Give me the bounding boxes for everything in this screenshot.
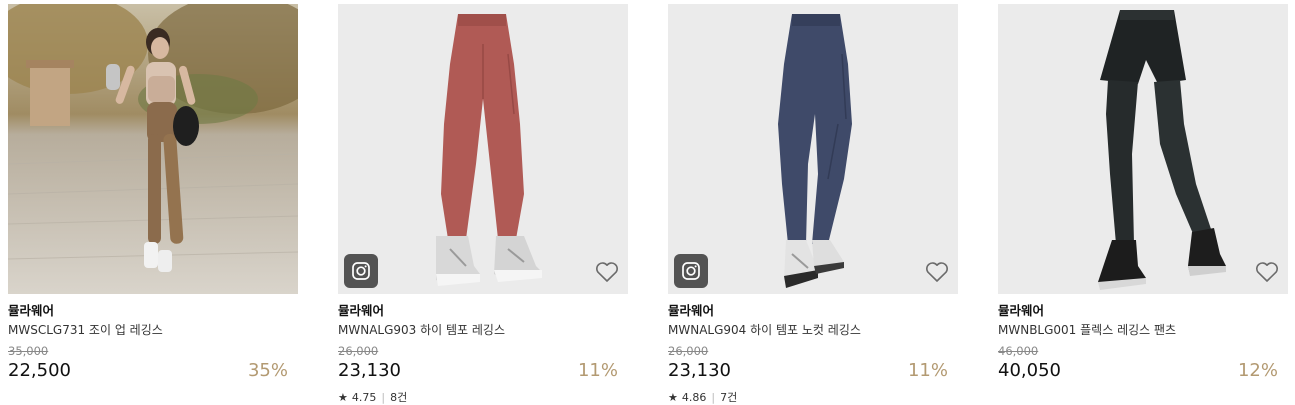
product-grid: 뮬라웨어 MWSCLG731 조이 업 레깅스 35,000 22,500 35…: [0, 0, 1295, 405]
review-count: 8건: [390, 391, 408, 404]
product-image[interactable]: [8, 4, 298, 294]
product-card[interactable]: 뮬라웨어 MWSCLG731 조이 업 레깅스 35,000 22,500 35…: [8, 4, 298, 383]
original-price: 35,000: [8, 344, 49, 358]
divider: |: [711, 391, 716, 404]
original-price: 26,000: [668, 344, 709, 358]
wishlist-heart-icon[interactable]: [1254, 259, 1280, 285]
instagram-icon[interactable]: [674, 254, 708, 288]
original-price: 26,000: [338, 344, 379, 358]
product-photo: [8, 4, 298, 294]
discount-rate: 12%: [1237, 360, 1278, 381]
product-image[interactable]: [998, 4, 1288, 294]
rating-summary: ★ 4.75 | 8건: [338, 391, 628, 405]
price-row: 23,130 11%: [338, 359, 628, 383]
sale-price: 23,130: [338, 360, 401, 381]
discount-rate: 35%: [247, 360, 288, 381]
rating-score: 4.86: [681, 391, 707, 404]
original-price: 46,000: [998, 344, 1039, 358]
review-count: 7건: [720, 391, 738, 404]
star-icon: ★: [338, 391, 348, 404]
price-row: 23,130 11%: [668, 359, 958, 383]
discount-rate: 11%: [907, 360, 948, 381]
product-card[interactable]: 뮬라웨어 MWNALG904 하이 템포 노컷 레깅스 26,000 23,13…: [668, 4, 958, 405]
product-image[interactable]: [668, 4, 958, 294]
sale-price: 22,500: [8, 360, 71, 381]
wishlist-heart-icon[interactable]: [594, 259, 620, 285]
product-name[interactable]: MWNALG904 하이 템포 노컷 레깅스: [668, 322, 958, 338]
star-icon: ★: [668, 391, 678, 404]
product-photo: [998, 4, 1288, 294]
price-row: 22,500 35%: [8, 359, 298, 383]
product-card[interactable]: 뮬라웨어 MWNBLG001 플렉스 레깅스 팬츠 46,000 40,050 …: [998, 4, 1288, 383]
product-card[interactable]: 뮬라웨어 MWNALG903 하이 템포 레깅스 26,000 23,130 1…: [338, 4, 628, 405]
brand-name[interactable]: 뮬라웨어: [668, 303, 958, 319]
rating-score: 4.75: [351, 391, 377, 404]
rating-summary: ★ 4.86 | 7건: [668, 391, 958, 405]
wishlist-heart-icon[interactable]: [924, 259, 950, 285]
sale-price: 40,050: [998, 360, 1061, 381]
brand-name[interactable]: 뮬라웨어: [8, 303, 298, 319]
discount-rate: 11%: [577, 360, 618, 381]
product-name[interactable]: MWNALG903 하이 템포 레깅스: [338, 322, 628, 338]
product-photo: [668, 4, 958, 294]
product-name[interactable]: MWSCLG731 조이 업 레깅스: [8, 322, 298, 338]
price-row: 40,050 12%: [998, 359, 1288, 383]
sale-price: 23,130: [668, 360, 731, 381]
product-name[interactable]: MWNBLG001 플렉스 레깅스 팬츠: [998, 322, 1288, 338]
product-image[interactable]: [338, 4, 628, 294]
brand-name[interactable]: 뮬라웨어: [998, 303, 1288, 319]
brand-name[interactable]: 뮬라웨어: [338, 303, 628, 319]
divider: |: [381, 391, 386, 404]
instagram-icon[interactable]: [344, 254, 378, 288]
product-photo: [338, 4, 628, 294]
